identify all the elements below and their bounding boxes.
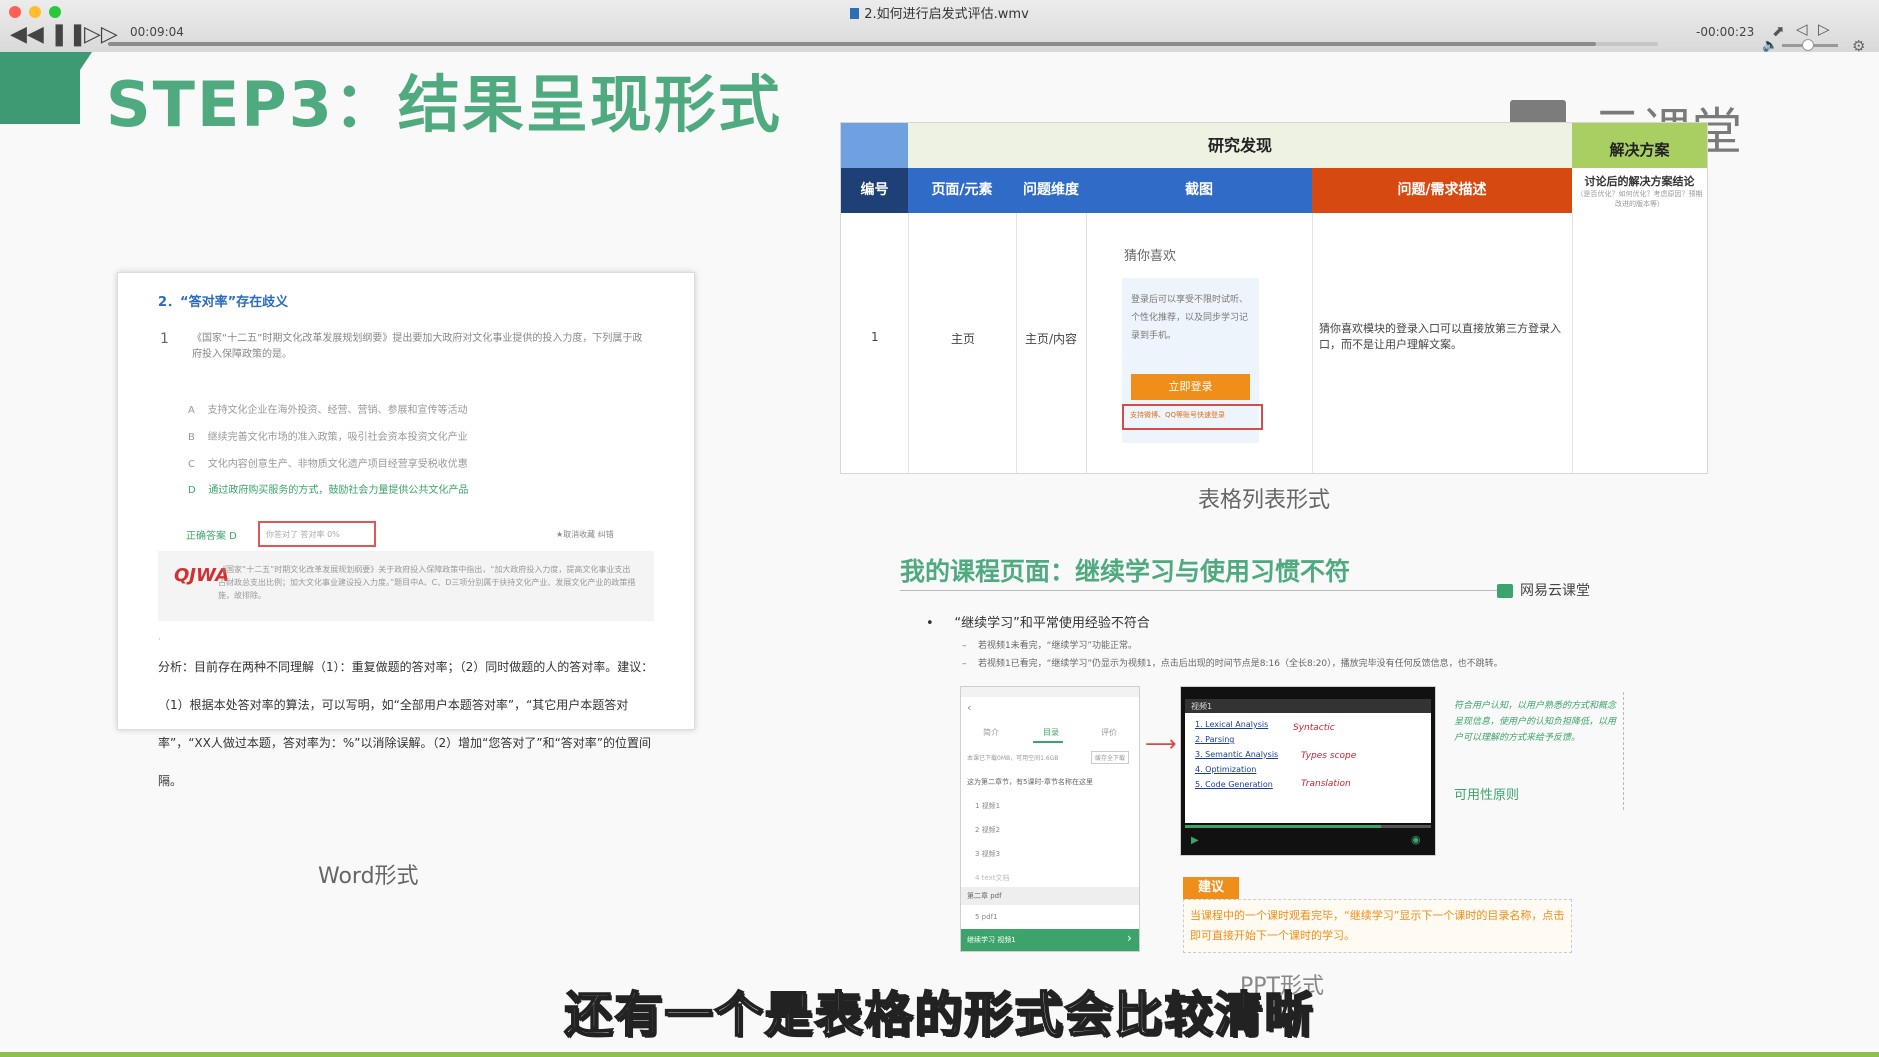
handwritten-note-3: Translation bbox=[1301, 779, 1351, 789]
col-description: 问题/需求描述 bbox=[1312, 168, 1572, 213]
solution-header: 解决方案 bbox=[1572, 123, 1707, 168]
lesson-row-4: 4 text文档 bbox=[975, 874, 1010, 882]
option-b: B 继续完善文化市场的准入政策，吸引社会资本投资文化产业 bbox=[188, 432, 468, 443]
word-heading: 2．“答对率”存在歧义 bbox=[158, 295, 289, 310]
mock-login-button: 立即登录 bbox=[1131, 374, 1250, 400]
option-d: D 通过政府购买服务的方式，鼓励社会力量提供公共文化产品 bbox=[188, 485, 469, 496]
title-accent-notch bbox=[80, 52, 92, 70]
research-table: 研究发现 解决方案 编号 页面/元素 问题维度 截图 问题/需求描述 讨论后的解… bbox=[840, 122, 1708, 474]
check-circle-icon: ◉ bbox=[1411, 833, 1421, 846]
title-accent-block bbox=[0, 52, 80, 124]
elapsed-time: 00:09:04 bbox=[130, 25, 184, 39]
option-a: A 支持文化企业在海外投资、经营、营销、参展和宣传等活动 bbox=[188, 405, 468, 416]
tab-intro: 简介 bbox=[983, 728, 999, 737]
syllabus-list: 1. Lexical Analysis 2. Parsing 3. Semant… bbox=[1195, 720, 1279, 789]
video-subtitle: 还有一个是表格的形式会比较清晰 bbox=[563, 986, 1315, 1044]
previous-chapter-icon[interactable]: ◁ bbox=[1796, 20, 1808, 38]
remaining-time: -00:00:23 bbox=[1696, 25, 1755, 39]
play-icon: ▶ bbox=[1191, 835, 1199, 846]
mock-text: 登录后可以享受不限时试听、个性化推荐，以及同步学习记录到手机。 bbox=[1131, 295, 1249, 341]
phone-mock-video: 视频1 1. Lexical Analysis 2. Parsing 3. Se… bbox=[1180, 686, 1436, 856]
file-title: 2.如何进行启发式评估.wmv bbox=[0, 3, 1879, 22]
progress-bar[interactable] bbox=[108, 42, 1658, 46]
col-screenshot: 截图 bbox=[1086, 168, 1312, 213]
lesson-row-3: 3 视频3 bbox=[975, 850, 1001, 858]
handwritten-note-2: Types scope bbox=[1301, 751, 1357, 761]
collect-link[interactable]: ★取消收藏 纠错 bbox=[556, 529, 614, 540]
chapter-row-2: 第二章 pdf bbox=[967, 892, 1002, 900]
word-caption: Word形式 bbox=[318, 864, 419, 889]
cell-description: 猜你喜欢模块的登录入口可以直接放第三方登录入口，而不是让用户理解文案。 bbox=[1319, 322, 1561, 351]
option-c: C 文化内容创意生产、非物质文化遗产项目经营享受税收优惠 bbox=[188, 459, 468, 470]
volume-icon[interactable]: 🔈 bbox=[1762, 38, 1778, 53]
chevron-right-icon: › bbox=[1127, 931, 1132, 945]
continue-learning-bar: 继续学习 视频1 bbox=[967, 936, 1016, 944]
player-titlebar: 2.如何进行启发式评估.wmv ◀◀ ❚❚ ▷▷ 00:09:04 -00:00… bbox=[0, 0, 1879, 55]
course-sub-2: – 若视频1已看完，“继续学习”仍显示为视频1，点击后出现的时间节点是8:16（… bbox=[962, 659, 1503, 669]
table-caption: 表格列表形式 bbox=[1198, 488, 1331, 513]
tab-catalog: 目录 bbox=[1043, 728, 1059, 737]
mock-title: 猜你喜欢 bbox=[1124, 249, 1177, 264]
research-findings-header: 研究发现 bbox=[908, 123, 1572, 168]
rewind-button[interactable]: ◀◀ bbox=[10, 24, 44, 46]
table-corner bbox=[841, 123, 908, 168]
lesson-row-5: 5 pdf1 bbox=[975, 913, 998, 921]
col-dimension: 问题维度 bbox=[1016, 168, 1086, 213]
cell-dimension: 主页/内容 bbox=[1025, 332, 1078, 346]
explanation-text: 《国家“十二五”时期文化改革发展规划纲要》关于政府投入保障政策中指出，“加大政府… bbox=[218, 565, 636, 600]
correct-answer-label: 正确答案 D bbox=[186, 531, 237, 542]
course-sub-1: – 若视频1未看完，“继续学习”功能正常。 bbox=[962, 641, 1138, 651]
cell-page: 主页 bbox=[951, 332, 976, 346]
arrow-right-icon: ⟶ bbox=[1145, 732, 1177, 757]
phone-mock-course-list: ‹ 简介 目录 评价 本课已下载0MB，可用空间1.6GB 缓存全下载 这为第二… bbox=[960, 686, 1140, 952]
lesson-row-1: 1 视频1 bbox=[975, 802, 1001, 810]
chapter-row: 这为第二章节，有5课时-章节名称在这里 bbox=[967, 778, 1093, 786]
question-number: 1 bbox=[160, 331, 169, 347]
course-bullet: • “继续学习”和平常使用经验不符合 bbox=[926, 616, 1150, 631]
question-text: 《国家“十二五”时期文化改革发展规划纲要》提出要加大政府对文化事业提供的投入力度… bbox=[192, 333, 643, 360]
suggestion-text: 当课程中的一个课时观看完毕，“继续学习”显示下一个课时的目录名称，点击即可直接开… bbox=[1190, 909, 1565, 942]
suggestion-box: 当课程中的一个课时观看完毕，“继续学习”显示下一个课时的目录名称，点击即可直接开… bbox=[1183, 899, 1572, 953]
usability-note: 符合用户认知，以用户熟悉的方式和概念呈现信息，使用户的认知负担降低，以用户可以理… bbox=[1448, 692, 1624, 810]
volume-knob[interactable] bbox=[1802, 39, 1815, 51]
slide: STEP3：结果呈现形式 云课堂 2．“答对率”存在歧义 1 《国家“十二五”时… bbox=[0, 52, 1879, 1057]
usability-note-text: 符合用户认知，以用户熟悉的方式和概念呈现信息，使用户的认知负担降低，以用户可以理… bbox=[1454, 701, 1617, 743]
next-chapter-icon[interactable]: ▷ bbox=[1818, 20, 1830, 38]
bullet-dot: · bbox=[158, 635, 161, 645]
col-page: 页面/元素 bbox=[908, 168, 1016, 213]
course-section-title: 我的课程页面：继续学习与使用习惯不符 bbox=[900, 557, 1351, 586]
answer-rate-text: 你答对了 答对率 0% bbox=[266, 530, 340, 539]
download-all-button: 缓存全下载 bbox=[1091, 751, 1130, 764]
handwritten-note-1: Syntactic bbox=[1293, 723, 1335, 733]
course-brand: 网易云课堂 bbox=[1520, 583, 1590, 599]
video-title: 视频1 bbox=[1191, 702, 1213, 711]
document-icon bbox=[850, 8, 860, 19]
tab-review: 评价 bbox=[1101, 728, 1117, 737]
col-solution: 讨论后的解决方案结论 （是否优化？如何优化？考虑原因？预期改进的版本等） bbox=[1572, 168, 1707, 213]
cell-id: 1 bbox=[871, 330, 879, 344]
progress-fill bbox=[108, 42, 1596, 46]
analysis-text: 分析：目前存在两种不同理解（1）：重复做题的答对率；（2）同时做题的人的答对率。… bbox=[158, 660, 654, 788]
lesson-row-2: 2 视频2 bbox=[975, 826, 1001, 834]
pause-button[interactable]: ❚❚ bbox=[50, 24, 87, 46]
back-icon: ‹ bbox=[967, 701, 972, 714]
download-info: 本课已下载0MB，可用空间1.6GB bbox=[967, 755, 1059, 762]
bottom-accent-bar bbox=[0, 1052, 1879, 1057]
suggestion-tag: 建议 bbox=[1183, 877, 1239, 899]
slide-title: STEP3：结果呈现形式 bbox=[106, 68, 782, 141]
col-id: 编号 bbox=[841, 168, 908, 213]
divider bbox=[900, 590, 1500, 591]
netease-logo-icon bbox=[1497, 584, 1513, 598]
usability-principle-label: 可用性原则 bbox=[1454, 788, 1520, 803]
mock-alt-login: 支持微博、QQ等账号快速登录 bbox=[1130, 411, 1226, 419]
word-document-card: 2．“答对率”存在歧义 1 《国家“十二五”时期文化改革发展规划纲要》提出要加大… bbox=[117, 272, 695, 788]
